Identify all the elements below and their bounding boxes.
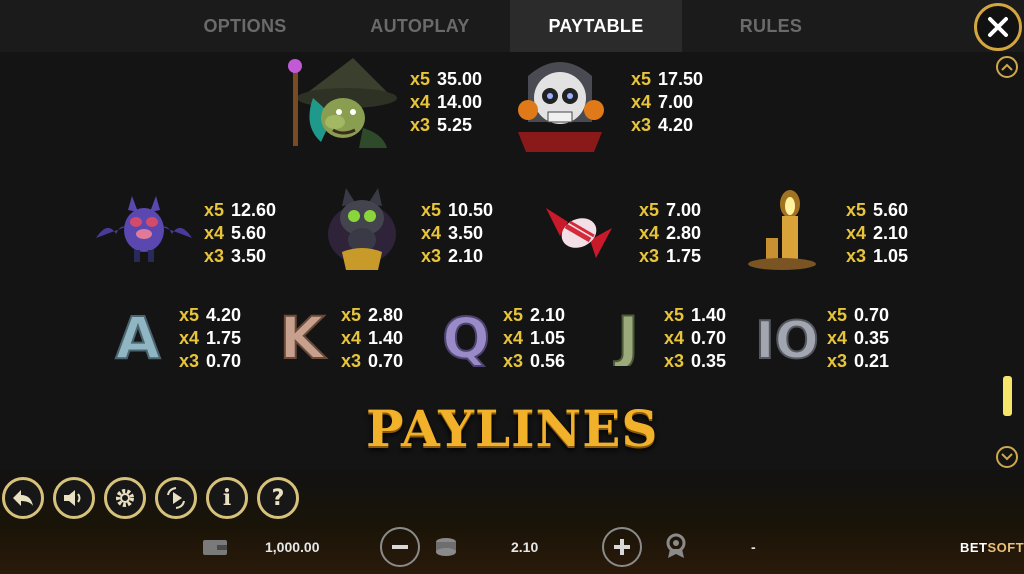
close-icon — [988, 17, 1008, 37]
payout-row: x5 2.10 — [503, 305, 566, 325]
cat-symbol-icon — [328, 188, 396, 270]
wallet-icon — [203, 540, 227, 555]
increase-bet-button[interactable] — [602, 527, 642, 567]
letter-a-payouts: x5 4.20 x4 1.75 x3 0.70 — [179, 304, 241, 373]
payout-row: x4 0.70 — [664, 328, 727, 348]
letter-j-glyph: J — [613, 304, 639, 366]
letter-q-symbol-icon: Q — [441, 306, 491, 368]
letter-j-symbol-icon: J — [612, 304, 640, 366]
letter-a-symbol-icon: A — [115, 304, 162, 366]
bet-value: 2.10 — [511, 539, 539, 555]
payout-row: x4 0.35 — [827, 328, 890, 348]
control-bar — [0, 470, 1024, 574]
scroll-down-button[interactable] — [996, 446, 1018, 468]
autoplay-button[interactable] — [155, 477, 197, 519]
tab-paytable[interactable]: PAYTABLE — [510, 0, 682, 52]
tab-options[interactable]: OPTIONS — [180, 0, 310, 52]
section-title: PAYLINES — [366, 399, 659, 458]
bat-payouts: x5 12.60 x4 5.60 x3 3.50 — [204, 199, 276, 268]
info-icon: i — [222, 485, 232, 511]
payout-row: x5 5.60 — [846, 200, 909, 220]
payout-row: x3 4.20 — [631, 115, 694, 135]
payout-row: x5 2.80 — [341, 305, 404, 325]
balance-value: 1,000.00 — [265, 539, 320, 555]
back-arrow-icon — [13, 490, 33, 506]
payout-row: x3 1.75 — [639, 246, 702, 266]
payout-row: x3 0.70 — [341, 351, 404, 371]
letter-k-glyph: K — [280, 304, 327, 366]
letter-j-payouts: x5 1.40 x4 0.70 x3 0.35 — [664, 304, 726, 373]
payout-row: x3 2.10 — [421, 246, 484, 266]
payout-row: x5 7.00 — [639, 200, 702, 220]
speaker-icon — [64, 490, 81, 506]
ten-glyph: IO — [755, 311, 819, 366]
payout-row: x4 14.00 — [410, 92, 483, 112]
letter-q-glyph: Q — [442, 307, 490, 368]
ten-payouts: x5 0.70 x4 0.35 x3 0.21 — [827, 304, 889, 373]
letter-a-glyph: A — [116, 304, 161, 366]
payout-row: x5 0.70 — [827, 305, 890, 325]
payout-row: x5 12.60 — [204, 200, 277, 220]
chevron-down-icon — [1001, 453, 1013, 461]
payout-row: x3 3.50 — [204, 246, 267, 266]
minus-icon — [392, 545, 408, 549]
skull-symbol-icon — [518, 62, 604, 152]
payout-row: x3 0.56 — [503, 351, 566, 371]
win-badge-icon — [666, 533, 686, 558]
payout-row: x3 0.35 — [664, 351, 727, 371]
letter-k-payouts: x5 2.80 x4 1.40 x3 0.70 — [341, 304, 403, 373]
cat-payouts: x5 10.50 x4 3.50 x3 2.10 — [421, 199, 493, 268]
gear-icon — [116, 489, 134, 507]
payout-row: x3 5.25 — [410, 115, 473, 135]
tab-rules[interactable]: RULES — [710, 0, 832, 52]
decrease-bet-button[interactable] — [380, 527, 420, 567]
payout-row: x3 1.05 — [846, 246, 909, 266]
candle-payouts: x5 5.60 x4 2.10 x3 1.05 — [846, 199, 908, 268]
payout-row: x3 0.70 — [179, 351, 242, 371]
payout-row: x5 4.20 — [179, 305, 242, 325]
letter-k-symbol-icon: K — [279, 304, 328, 366]
payout-row: x4 1.05 — [503, 328, 566, 348]
candy-symbol-icon — [546, 208, 612, 258]
autoplay-icon — [167, 487, 185, 509]
candy-payouts: x5 7.00 x4 2.80 x3 1.75 — [639, 199, 701, 268]
scrollbar-thumb[interactable] — [1003, 376, 1012, 416]
settings-button[interactable] — [104, 477, 146, 519]
coin-stack-icon — [436, 538, 456, 556]
sound-button[interactable] — [53, 477, 95, 519]
payout-row: x4 2.10 — [846, 223, 909, 243]
candle-symbol-icon — [748, 190, 816, 270]
payout-row: x5 35.00 — [410, 69, 483, 89]
payout-row: x3 0.21 — [827, 351, 890, 371]
payout-row: x4 1.75 — [179, 328, 242, 348]
question-mark-icon: ? — [271, 485, 285, 511]
payout-row: x4 3.50 — [421, 223, 484, 243]
close-button[interactable] — [974, 3, 1022, 51]
info-button[interactable]: i — [206, 477, 248, 519]
witch-payouts: x5 35.00 x4 14.00 x3 5.25 — [410, 68, 482, 137]
letter-q-payouts: x5 2.10 x4 1.05 x3 0.56 — [503, 304, 565, 373]
help-button[interactable]: ? — [257, 477, 299, 519]
payout-row: x4 2.80 — [639, 223, 702, 243]
plus-icon — [614, 539, 630, 555]
payout-row: x5 1.40 — [664, 305, 727, 325]
payout-row: x5 17.50 — [631, 69, 704, 89]
payout-row: x4 7.00 — [631, 92, 694, 112]
skull-payouts: x5 17.50 x4 7.00 x3 4.20 — [631, 68, 703, 137]
tab-bar: OPTIONS AUTOPLAY PAYTABLE RULES — [0, 0, 1024, 52]
bat-symbol-icon — [96, 196, 192, 262]
payout-row: x4 1.40 — [341, 328, 404, 348]
betsoft-logo: BETSOFT — [960, 540, 1024, 555]
scroll-up-button[interactable] — [996, 56, 1018, 78]
payout-row: x4 5.60 — [204, 223, 267, 243]
tab-autoplay[interactable]: AUTOPLAY — [345, 0, 495, 52]
chevron-up-icon — [1001, 63, 1013, 71]
win-value: - — [751, 539, 756, 555]
back-button[interactable] — [2, 477, 44, 519]
payout-row: x5 10.50 — [421, 200, 494, 220]
witch-symbol-icon — [288, 58, 397, 148]
ten-symbol-icon: IO — [754, 310, 820, 366]
